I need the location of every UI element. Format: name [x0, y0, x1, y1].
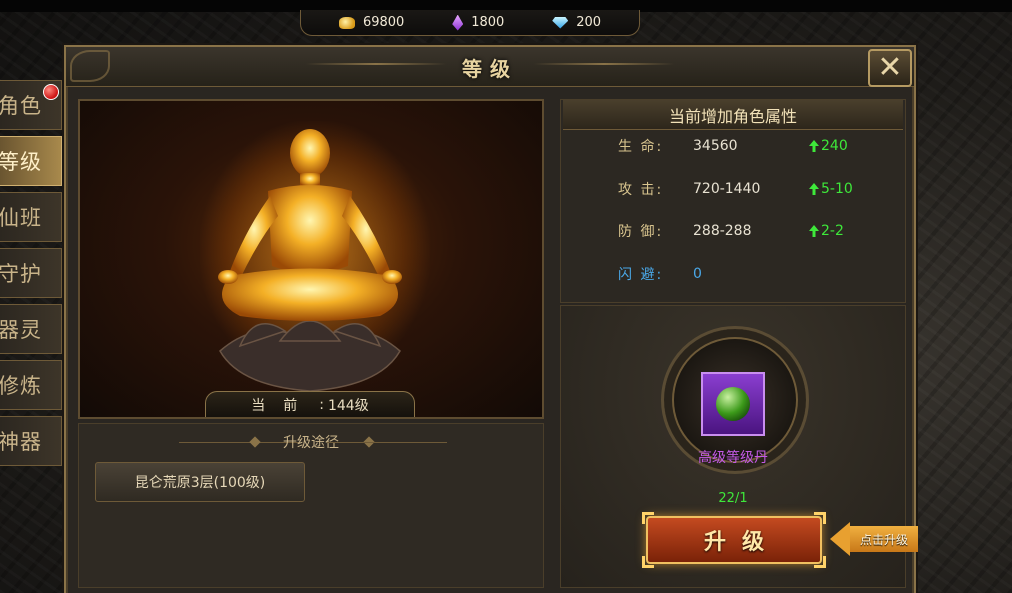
tab-divine-weapon[interactable]: 神器 [0, 416, 62, 466]
character-preview: 当前 : 144级 [78, 99, 544, 419]
tab-label: 神器 [0, 430, 42, 454]
close-button[interactable]: ✕ [868, 49, 912, 87]
attribute-increase: 2-2 [809, 223, 844, 239]
tab-guardian[interactable]: 守护 [0, 248, 62, 298]
attribute-row-defense: 防 御: 288-288 2-2 [561, 219, 905, 243]
green-orb-icon [716, 387, 750, 421]
button-corner [642, 556, 654, 568]
tab-character[interactable]: 角色 [0, 80, 62, 130]
attribute-row-dodge: 闪 避: 0 [561, 262, 905, 286]
upgrade-path-header: 升级途径 [283, 435, 339, 451]
close-icon: ✕ [877, 50, 903, 85]
button-corner [642, 512, 654, 524]
tab-artifact-spirit[interactable]: 器灵 [0, 304, 62, 354]
attribute-increase: 5-10 [809, 181, 853, 197]
lotus-pedestal [219, 320, 401, 392]
diamond-amount: 200 [576, 15, 602, 30]
arrow-up-icon [809, 225, 819, 237]
attribute-value: 720-1440 [693, 181, 761, 197]
tab-level[interactable]: 等级 [0, 136, 62, 186]
currency-diamond: 200 [552, 15, 601, 30]
item-slot[interactable] [701, 372, 765, 436]
tab-cultivation[interactable]: 修炼 [0, 360, 62, 410]
button-corner [814, 556, 826, 568]
title-bar: 等级 ✕ [66, 47, 914, 87]
currency-crystal: 1800 [452, 14, 505, 31]
arrow-up-icon [809, 140, 819, 152]
upgrade-path-option[interactable]: 昆仑荒原3层(100级) [95, 462, 305, 502]
attribute-increase: 240 [809, 138, 848, 154]
tab-label: 角色 [0, 94, 42, 118]
attribute-row-hp: 生 命: 34560 240 [561, 134, 905, 158]
diamond-icon [552, 16, 569, 29]
arrow-left-icon [830, 522, 850, 556]
attribute-name: 防 御: [618, 224, 664, 240]
tab-label: 等级 [0, 150, 42, 174]
crystal-amount: 1800 [471, 15, 505, 30]
item-count: 22/1 [718, 491, 748, 506]
upgrade-button[interactable]: 升级 [642, 512, 826, 568]
level-window: 等级 ✕ 当前: 144级 升级途径 昆仑荒原3层(100级) 当前增加角色属… [64, 45, 916, 593]
window-title: 等级 [462, 57, 518, 81]
side-tab-list: 角色 等级 仙班 守护 器灵 修炼 神器 [0, 80, 62, 472]
arrow-up-icon [809, 183, 819, 195]
attribute-name: 攻 击: [618, 182, 664, 198]
item-name: 高级等级丹 [698, 450, 768, 466]
gold-ingot-icon [338, 16, 355, 29]
tab-label: 仙班 [0, 206, 42, 230]
increase-value: 240 [821, 138, 848, 154]
current-level-label: 当前 [251, 397, 316, 414]
gold-amount: 69800 [362, 15, 405, 30]
upgrade-path-section: 升级途径 昆仑荒原3层(100级) [78, 423, 544, 588]
attribute-header: 当前增加角色属性 [563, 100, 903, 130]
tab-label: 器灵 [0, 318, 42, 342]
click-hint-label: 点击升级 [850, 526, 918, 552]
button-corner [814, 512, 826, 524]
tab-label: 修炼 [0, 374, 42, 398]
attribute-row-attack: 攻 击: 720-1440 5-10 [561, 177, 905, 201]
upgrade-button-label: 升级 [703, 529, 780, 555]
current-level-value: 144级 [327, 397, 369, 414]
increase-value: 5-10 [821, 181, 853, 197]
purple-crystal-icon [452, 14, 464, 31]
attribute-value: 0 [693, 266, 702, 282]
tab-immortal-rank[interactable]: 仙班 [0, 192, 62, 242]
level-separator: : [319, 396, 324, 413]
attribute-name: 生 命: [618, 139, 664, 155]
current-level-plate: 当前 : 144级 [205, 391, 415, 417]
tab-label: 守护 [0, 262, 42, 286]
increase-value: 2-2 [821, 223, 844, 239]
attribute-value: 34560 [693, 138, 738, 154]
title-ornament-right [534, 63, 674, 65]
click-hint-arrow: 点击升级 [830, 522, 918, 556]
divider-line [327, 442, 447, 443]
attribute-panel: 当前增加角色属性 生 命: 34560 240 攻 击: 720-1440 5-… [560, 99, 906, 303]
notification-badge [43, 84, 59, 100]
attribute-value: 288-288 [693, 223, 752, 239]
currency-bar: 69800 1800 200 [300, 10, 640, 36]
currency-gold: 69800 [338, 15, 405, 30]
meditating-figure [218, 129, 402, 392]
attribute-name: 闪 避: [618, 267, 664, 283]
